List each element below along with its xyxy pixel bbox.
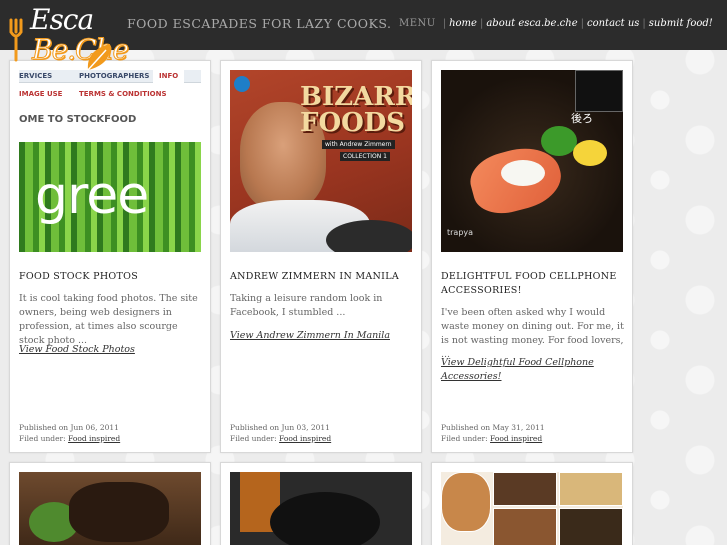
post-read-more-link[interactable]: View Delightful Food Cellphone Accessori… xyxy=(441,356,626,384)
collage-dish xyxy=(559,508,623,545)
nav-contact[interactable]: contact us xyxy=(587,18,639,29)
post-category-line: Filed under: Food inspired xyxy=(19,433,120,444)
filed-under-label: Filed under: xyxy=(19,434,66,443)
grilled-meat xyxy=(69,482,169,542)
post-read-more-link[interactable]: View Food Stock Photos xyxy=(19,343,204,357)
dark-pastry xyxy=(270,492,380,545)
post-category-line: Filed under: Food inspired xyxy=(230,433,331,444)
post-thumbnail[interactable] xyxy=(19,472,201,545)
nav-separator: | xyxy=(642,18,646,29)
egg xyxy=(573,140,607,166)
post-card: ERVICES PHOTOGRAPHERS INFO IMAGE USE TER… xyxy=(9,60,211,453)
show-title-line: BIZARRE xyxy=(300,82,412,112)
post-date: Published on May 31, 2011 xyxy=(441,423,545,432)
post-read-more-link[interactable]: View Andrew Zimmern In Manila xyxy=(230,329,415,343)
nav-home[interactable]: home xyxy=(449,18,477,29)
inset-photo xyxy=(575,70,623,112)
broccoli xyxy=(541,126,577,156)
post-card: 後ろ trapya DELIGHTFUL FOOD CELLPHONE ACCE… xyxy=(431,60,633,453)
post-card: BIZARRE FOODS with Andrew Zimmern COLLEC… xyxy=(220,60,422,453)
post-thumbnail[interactable]: ERVICES PHOTOGRAPHERS INFO IMAGE USE TER… xyxy=(19,70,201,252)
show-title: BIZARRE FOODS xyxy=(300,84,412,136)
cream xyxy=(501,160,545,186)
thumbnail-subnav: TERMS & CONDITIONS xyxy=(79,90,167,98)
main-nav: MENU | home | about esca.be.che | contac… xyxy=(399,18,713,29)
post-card xyxy=(431,462,633,545)
thumbnail-welcome: OME TO STOCKFOOD xyxy=(19,114,137,125)
post-category-line: Filed under: Food inspired xyxy=(441,433,545,444)
post-meta: Published on Jun 06, 2011 Filed under: F… xyxy=(19,422,120,444)
post-title[interactable]: ANDREW ZIMMERN IN MANILA xyxy=(230,270,415,284)
post-title[interactable]: FOOD STOCK PHOTOS xyxy=(19,270,204,284)
collage-dish xyxy=(493,472,557,506)
post-card xyxy=(9,462,211,545)
post-excerpt: It is cool taking food photos. The site … xyxy=(19,293,198,346)
food-plate xyxy=(326,220,412,252)
post-meta: Published on May 31, 2011 Filed under: F… xyxy=(441,422,545,444)
nav-submit-food[interactable]: submit food! xyxy=(649,18,713,29)
collage-dish xyxy=(493,508,557,545)
show-subtitle: with Andrew Zimmern xyxy=(322,140,395,149)
post-title[interactable]: DELIGHTFUL FOOD CELLPHONE ACCESSORIES! xyxy=(441,270,626,298)
logo-text-line1: Esca xyxy=(30,3,94,36)
post-date: Published on Jun 03, 2011 xyxy=(230,423,330,432)
nav-separator: | xyxy=(580,18,584,29)
show-title-line: FOODS xyxy=(300,108,406,138)
travel-channel-logo-icon xyxy=(234,76,250,92)
thumbnail-tab-active: INFO xyxy=(153,70,185,83)
post-thumbnail[interactable]: BIZARRE FOODS with Andrew Zimmern COLLEC… xyxy=(230,70,412,252)
post-excerpt: I've been often asked why I would waste … xyxy=(441,307,624,360)
post-thumbnail[interactable]: 後ろ trapya xyxy=(441,70,623,252)
post-category-link[interactable]: Food inspired xyxy=(68,434,120,443)
filed-under-label: Filed under: xyxy=(230,434,277,443)
fork-icon xyxy=(9,18,23,62)
site-tagline: FOOD ESCAPADES FOR LAZY COOKS. xyxy=(127,16,392,31)
thumbnail-watermark: trapya xyxy=(447,228,474,237)
post-meta: Published on Jun 03, 2011 Filed under: F… xyxy=(230,422,331,444)
post-thumbnail[interactable] xyxy=(441,472,623,545)
post-category-link[interactable]: Food inspired xyxy=(490,434,542,443)
thumbnail-kanji: 後ろ xyxy=(571,112,593,125)
menu-label: MENU xyxy=(399,18,436,29)
nav-separator: | xyxy=(442,18,447,29)
post-category-link[interactable]: Food inspired xyxy=(279,434,331,443)
nav-separator: | xyxy=(479,18,484,29)
show-collection: COLLECTION 1 xyxy=(340,152,390,161)
collage-dish xyxy=(559,472,623,506)
thumbnail-banner-word: gree xyxy=(35,166,149,226)
leaf-icon xyxy=(87,44,111,71)
post-date: Published on Jun 06, 2011 xyxy=(19,423,119,432)
site-logo[interactable]: Esca Be.Che xyxy=(6,3,130,80)
filed-under-label: Filed under: xyxy=(441,434,488,443)
nav-about[interactable]: about esca.be.che xyxy=(486,18,577,29)
collage-pretzel xyxy=(441,472,491,532)
post-card xyxy=(220,462,422,545)
post-excerpt: Taking a leisure random look in Facebook… xyxy=(230,293,383,318)
post-thumbnail[interactable] xyxy=(230,472,412,545)
thumbnail-subnav: IMAGE USE xyxy=(19,90,63,98)
